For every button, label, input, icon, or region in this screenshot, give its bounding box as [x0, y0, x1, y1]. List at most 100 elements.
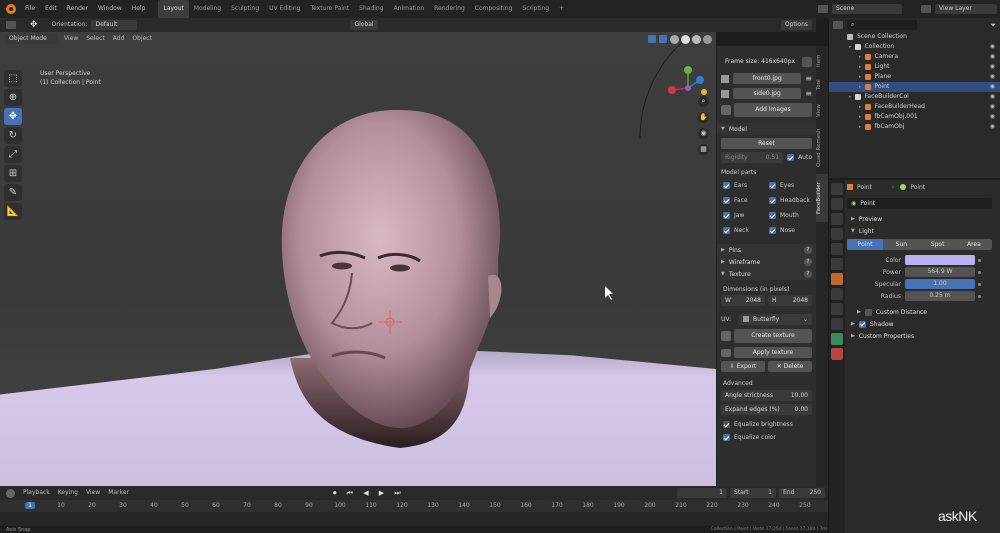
cursor-icon[interactable]: ⊕ — [4, 89, 22, 106]
shadow-checkbox[interactable] — [858, 320, 866, 328]
workspace-tab-layout[interactable]: Layout — [158, 0, 189, 18]
expand-arrow-icon[interactable]: ▸ — [859, 72, 862, 82]
menu-keying[interactable]: Keying — [54, 488, 82, 498]
menu-marker[interactable]: Marker — [104, 488, 133, 498]
view-layer-selector[interactable]: View Layer — [935, 4, 997, 14]
menu-render[interactable]: Render — [62, 0, 93, 18]
expand-arrow-icon[interactable]: ▸ — [859, 122, 862, 132]
part-checkbox-ears[interactable]: Ears — [723, 182, 769, 189]
texture-section-header[interactable]: ▼ Texture? — [717, 268, 816, 280]
pin-icon[interactable] — [802, 56, 812, 67]
part-checkbox-headback[interactable]: Headback — [769, 197, 810, 204]
radius-field[interactable]: 0.25 m — [905, 291, 975, 301]
world-tab-icon[interactable] — [831, 258, 843, 270]
workspace-tab-texture-paint[interactable]: Texture Paint — [305, 0, 354, 18]
part-checkbox-eyes[interactable]: Eyes — [769, 182, 794, 189]
light-type-point[interactable]: Point — [847, 239, 884, 250]
power-field[interactable]: 564.9 W — [905, 267, 975, 277]
help-icon[interactable]: ? — [804, 246, 812, 254]
outliner-item[interactable]: ▸ FaceBuilderCol ◉ — [829, 92, 1000, 102]
shading-wire-icon[interactable] — [670, 34, 679, 44]
outliner-search-input[interactable]: ⌕ — [847, 20, 917, 30]
visibility-eye-icon[interactable]: ◉ — [990, 82, 995, 92]
shading-rendered-icon[interactable] — [703, 34, 712, 44]
menu-edit[interactable]: Edit — [40, 0, 62, 18]
filter-icon[interactable]: ⏷ — [990, 21, 996, 30]
shadow-panel-header[interactable]: ▶ Shadow — [847, 318, 1000, 330]
orientation-dropdown[interactable]: Default — [91, 20, 138, 30]
start-frame-field[interactable]: Start 1 — [730, 488, 776, 498]
workspace-tab-shading[interactable]: Shading — [354, 0, 388, 18]
custom-distance-checkbox[interactable] — [864, 308, 872, 316]
model-section-header[interactable]: ▼ Model — [717, 123, 816, 135]
transform-space-dropdown[interactable]: Global — [350, 20, 378, 30]
render-tab-icon[interactable] — [831, 198, 843, 210]
keyframe-dot-icon[interactable] — [978, 294, 981, 298]
constraints-tab-icon[interactable] — [831, 318, 843, 330]
outliner-scene-collection[interactable]: Scene Collection — [829, 32, 1000, 42]
scale-icon[interactable]: ⤢ — [4, 146, 22, 163]
custom-properties-panel-header[interactable]: ▶ Custom Properties — [847, 330, 1000, 342]
scene-selector[interactable]: Scene — [832, 4, 902, 14]
equalize-color-checkbox[interactable]: Equalize color — [723, 434, 810, 441]
expand-arrow-icon[interactable]: ▸ — [859, 82, 862, 92]
light-type-area[interactable]: Area — [955, 239, 992, 250]
overlay-toggle-icon[interactable] — [648, 35, 656, 43]
menu-window[interactable]: Window — [93, 0, 127, 18]
shading-material-icon[interactable] — [692, 34, 701, 44]
move-icon[interactable]: ✥ — [4, 108, 22, 125]
visibility-eye-icon[interactable]: ◉ — [990, 52, 995, 62]
help-icon[interactable]: ? — [804, 270, 812, 278]
select-box-icon[interactable]: ⬚ — [4, 70, 22, 87]
outliner-item[interactable]: ▸ Point ◉ — [829, 82, 1000, 92]
expand-arrow-icon[interactable]: ▸ — [859, 62, 862, 72]
workspace-tab-compositing[interactable]: Compositing — [470, 0, 518, 18]
3d-viewport[interactable]: ⌕ ✋ ◉ ▦ User Perspective (1) Collection … — [0, 18, 716, 486]
outliner-item[interactable]: ▸ fbCamObj ◉ — [829, 122, 1000, 132]
frame-ruler[interactable]: 1 10 20 30 40 50 60 70 80 90 100 110 120 130 140 150 160… — [0, 500, 828, 512]
delete-button[interactable]: ✕ Delete — [768, 361, 812, 372]
workspace-tab-uv-editing[interactable]: UV Editing — [264, 0, 305, 18]
apply-texture-button[interactable]: Apply texture — [734, 347, 812, 358]
light-panel-header[interactable]: ▼ Light — [847, 225, 1000, 237]
menu-timeline-view[interactable]: View — [82, 488, 104, 498]
workspace-tab-rendering[interactable]: Rendering — [429, 0, 470, 18]
outliner-editor-icon[interactable] — [833, 21, 843, 29]
menu-view[interactable]: View — [60, 34, 82, 44]
zoom-icon[interactable]: ⌕ — [698, 96, 709, 107]
light-type-sun[interactable]: Sun — [883, 239, 920, 250]
menu-select[interactable]: Select — [82, 34, 109, 44]
add-workspace-button[interactable]: + — [554, 0, 569, 18]
visibility-eye-icon[interactable]: ◉ — [990, 72, 995, 82]
menu-lines-icon[interactable]: ≡ — [805, 74, 812, 83]
workspace-tab-animation[interactable]: Animation — [389, 0, 430, 18]
expand-arrow-icon[interactable]: ▸ — [849, 92, 852, 102]
outliner-item[interactable]: ▸ fbCamObj.001 ◉ — [829, 112, 1000, 122]
mode-dropdown[interactable]: Object Mode — [5, 34, 57, 44]
menu-object[interactable]: Object — [128, 34, 156, 44]
menu-lines-icon[interactable]: ≡ — [805, 89, 812, 98]
camera-view-icon[interactable]: ◉ — [698, 128, 709, 139]
outliner-item[interactable]: ▸ Camera ◉ — [829, 52, 1000, 62]
visibility-eye-icon[interactable]: ◉ — [990, 42, 995, 52]
options-dropdown[interactable]: Options — [780, 20, 812, 30]
uv-dropdown[interactable]: Butterfly ⌄ — [739, 314, 812, 325]
preview-panel-header[interactable]: ▶ Preview — [847, 213, 1000, 225]
part-checkbox-mouth[interactable]: Mouth — [769, 212, 799, 219]
expand-arrow-icon[interactable]: ▸ — [859, 102, 862, 112]
keyframe-dot-icon[interactable] — [978, 270, 981, 274]
custom-distance-panel-header[interactable]: ▶ Custom Distance — [847, 306, 1000, 318]
part-checkbox-nose[interactable]: Nose — [769, 227, 795, 234]
menu-playback[interactable]: Playback — [19, 488, 54, 498]
angle-strictness-field[interactable]: Angle strictness 10.00 — [721, 390, 812, 401]
export-button[interactable]: ⇩ Export — [721, 361, 765, 372]
measure-icon[interactable]: 📐 — [4, 203, 22, 220]
wireframe-section-header[interactable]: ▶ Wireframe? — [717, 256, 816, 268]
scene-tab-icon[interactable] — [831, 243, 843, 255]
timeline-editor-icon[interactable] — [6, 488, 15, 498]
height-field[interactable]: H 2048 — [768, 295, 812, 306]
light-data-name-field[interactable]: ◉ Point — [847, 198, 992, 209]
editor-type-icon[interactable] — [6, 21, 16, 29]
transform-icon[interactable]: ⊞ — [4, 165, 22, 182]
object-tab-icon[interactable] — [831, 273, 843, 285]
